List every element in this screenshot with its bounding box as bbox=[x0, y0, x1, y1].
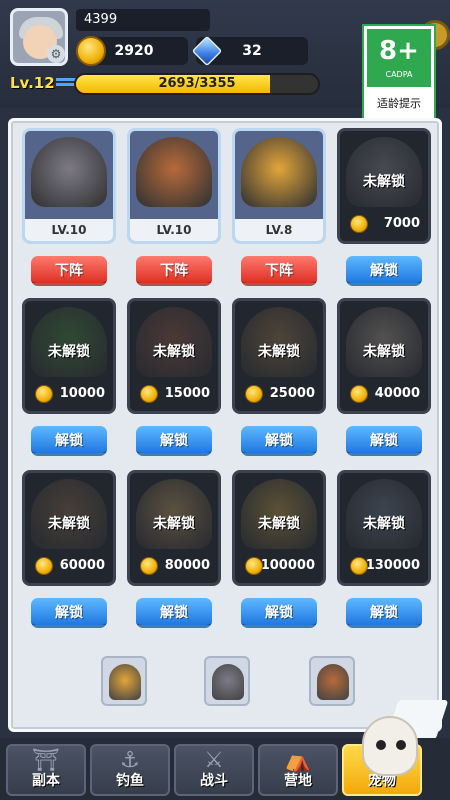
unlock-price-value: 15000 bbox=[164, 386, 210, 401]
unlock-price: 15000 bbox=[134, 383, 216, 405]
nav-tab[interactable]: ⚓ 钓鱼 bbox=[90, 744, 170, 796]
locked-label: 未解锁 bbox=[48, 516, 90, 532]
unlock-button[interactable]: 解锁 bbox=[136, 598, 212, 628]
coin-counter: 2920 bbox=[76, 36, 188, 66]
pet-card[interactable]: 未解锁 10000 bbox=[22, 298, 116, 414]
unlock-price-value: 40000 bbox=[374, 386, 420, 401]
unlock-price: 60000 bbox=[29, 555, 111, 577]
team-pet-portrait bbox=[317, 664, 349, 700]
nav-tab-label: 钓鱼 bbox=[116, 773, 144, 789]
unlock-button[interactable]: 解锁 bbox=[346, 426, 422, 456]
pet-card[interactable]: LV.8 bbox=[232, 128, 326, 244]
unlock-price: 80000 bbox=[134, 555, 216, 577]
pet-card[interactable]: LV.10 bbox=[127, 128, 221, 244]
settings-gear-icon[interactable]: ⚙ bbox=[47, 45, 65, 63]
coin-icon bbox=[350, 385, 368, 403]
coin-icon bbox=[35, 385, 53, 403]
unlock-price: 7000 bbox=[344, 213, 426, 235]
unlock-button[interactable]: 解锁 bbox=[31, 598, 107, 628]
unlock-button[interactable]: 解锁 bbox=[241, 598, 317, 628]
coin-icon bbox=[245, 557, 263, 575]
locked-label: 未解锁 bbox=[153, 344, 195, 360]
unlock-price-value: 130000 bbox=[365, 558, 420, 573]
nav-tab[interactable]: ⛩ 副本 bbox=[6, 744, 86, 796]
pet-eye-left bbox=[376, 740, 386, 750]
unlock-price-value: 25000 bbox=[269, 386, 315, 401]
unlock-price-value: 7000 bbox=[383, 216, 420, 231]
locked-label: 未解锁 bbox=[363, 516, 405, 532]
unlock-price: 25000 bbox=[239, 383, 321, 405]
player-avatar[interactable]: ⚙ bbox=[10, 8, 68, 66]
gem-amount: 32 bbox=[242, 43, 262, 59]
nav-tab-label: 战斗 bbox=[200, 773, 228, 789]
unlock-price-value: 60000 bbox=[59, 558, 105, 573]
coin-icon bbox=[35, 557, 53, 575]
age-rating-badge: 8+ CADPA 适龄提示 bbox=[362, 24, 436, 122]
coin-amount: 2920 bbox=[114, 43, 154, 59]
pet-card[interactable]: 未解锁 15000 bbox=[127, 298, 221, 414]
unassign-button[interactable]: 下阵 bbox=[136, 256, 212, 286]
team-slot[interactable] bbox=[101, 656, 147, 706]
pet-level: LV.10 bbox=[130, 219, 218, 241]
unlock-button[interactable]: 解锁 bbox=[136, 426, 212, 456]
coin-icon bbox=[76, 36, 106, 66]
unlock-price: 130000 bbox=[344, 555, 426, 577]
pet-card[interactable]: 未解锁 40000 bbox=[337, 298, 431, 414]
age-rating-note: 适龄提示 bbox=[377, 97, 421, 110]
locked-label: 未解锁 bbox=[363, 174, 405, 190]
pet-card[interactable]: 未解锁 100000 bbox=[232, 470, 326, 586]
unassign-button[interactable]: 下阵 bbox=[31, 256, 107, 286]
pet-card[interactable]: 未解锁 80000 bbox=[127, 470, 221, 586]
pet-card[interactable]: 未解锁 60000 bbox=[22, 470, 116, 586]
locked-label: 未解锁 bbox=[258, 344, 300, 360]
pet-level: LV.8 bbox=[235, 219, 323, 241]
unlock-price: 100000 bbox=[239, 555, 321, 577]
unlock-button[interactable]: 解锁 bbox=[346, 598, 422, 628]
pet-portrait bbox=[31, 137, 107, 207]
nav-tab-label: 副本 bbox=[32, 773, 60, 789]
locked-label: 未解锁 bbox=[153, 516, 195, 532]
nav-tab[interactable]: ⚔ 战斗 bbox=[174, 744, 254, 796]
locked-label: 未解锁 bbox=[363, 344, 405, 360]
nav-tab[interactable]: ⛺ 营地 bbox=[258, 744, 338, 796]
pet-portrait bbox=[241, 137, 317, 207]
unlock-price-value: 80000 bbox=[164, 558, 210, 573]
gem-counter: 32 bbox=[191, 35, 308, 67]
diamond-icon bbox=[191, 35, 223, 67]
unlock-price-value: 10000 bbox=[59, 386, 105, 401]
exp-bar: 2693/3355 bbox=[74, 73, 320, 95]
nav-tab-label: 营地 bbox=[284, 773, 312, 789]
pet-portrait bbox=[136, 137, 212, 207]
locked-label: 未解锁 bbox=[258, 516, 300, 532]
unlock-price: 10000 bbox=[29, 383, 111, 405]
team-pet-portrait bbox=[109, 664, 141, 700]
coin-icon bbox=[245, 385, 263, 403]
team-pet-portrait bbox=[212, 664, 244, 700]
team-slot[interactable] bbox=[204, 656, 250, 706]
exp-text: 2693/3355 bbox=[158, 76, 236, 91]
unlock-button[interactable]: 解锁 bbox=[346, 256, 422, 286]
age-rating-org: CADPA bbox=[385, 70, 413, 79]
player-name: 4399 bbox=[76, 9, 210, 31]
pet-card[interactable]: 未解锁 7000 bbox=[337, 128, 431, 244]
unassign-button[interactable]: 下阵 bbox=[241, 256, 317, 286]
locked-label: 未解锁 bbox=[48, 344, 90, 360]
pet-card[interactable]: LV.10 bbox=[22, 128, 116, 244]
pet-card[interactable]: 未解锁 130000 bbox=[337, 470, 431, 586]
coin-icon bbox=[140, 385, 158, 403]
player-level: Lv.12 bbox=[10, 74, 55, 92]
coin-icon bbox=[350, 557, 368, 575]
pet-eye-right bbox=[396, 740, 406, 750]
coin-icon bbox=[350, 215, 368, 233]
pet-nav-head-icon[interactable] bbox=[362, 716, 418, 776]
unlock-button[interactable]: 解锁 bbox=[31, 426, 107, 456]
pet-level: LV.10 bbox=[25, 219, 113, 241]
coin-icon bbox=[140, 557, 158, 575]
unlock-button[interactable]: 解锁 bbox=[241, 426, 317, 456]
pet-card[interactable]: 未解锁 25000 bbox=[232, 298, 326, 414]
team-slot[interactable] bbox=[309, 656, 355, 706]
unlock-price: 40000 bbox=[344, 383, 426, 405]
unlock-price-value: 100000 bbox=[260, 558, 315, 573]
